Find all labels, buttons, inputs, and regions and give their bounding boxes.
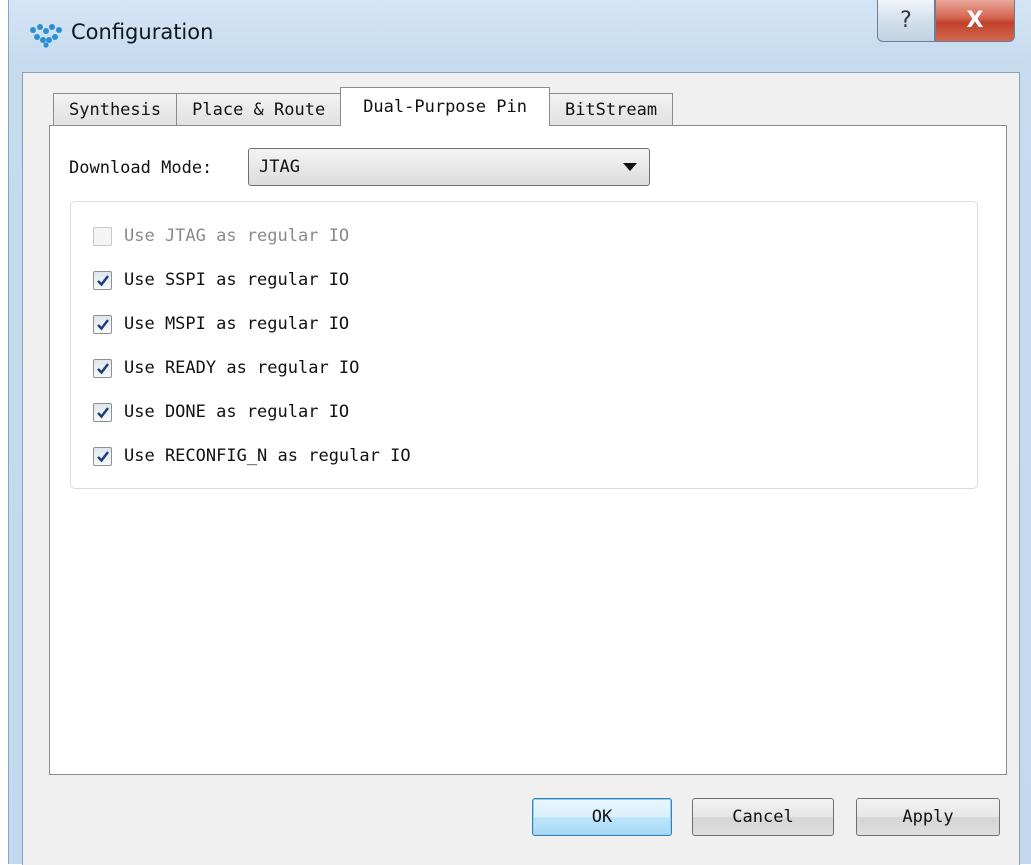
option-label: Use MSPI as regular IO [124, 314, 350, 334]
help-button[interactable]: ? [877, 0, 935, 42]
tab-synthesis[interactable]: Synthesis [53, 93, 178, 126]
checkmark-icon [96, 450, 109, 462]
option-label: Use DONE as regular IO [124, 402, 350, 422]
close-button[interactable]: X [935, 0, 1015, 42]
checkmark-icon [96, 362, 109, 374]
apply-button[interactable]: Apply [856, 798, 1000, 836]
options-group: Use JTAG as regular IO Use SSPI as regul… [70, 201, 978, 489]
option-label: Use JTAG as regular IO [124, 226, 350, 246]
option-use-mspi[interactable]: Use MSPI as regular IO [93, 312, 349, 336]
option-use-ready[interactable]: Use READY as regular IO [93, 356, 359, 380]
tab-dual-purpose-pin[interactable]: Dual-Purpose Pin [340, 87, 550, 126]
checkbox-use-reconfig-n[interactable] [93, 446, 112, 466]
close-icon: X [966, 8, 984, 33]
download-mode-select[interactable]: JTAG [248, 148, 650, 186]
chevron-down-icon [623, 163, 637, 171]
checkbox-use-ready[interactable] [93, 358, 112, 378]
option-label: Use RECONFIG_N as regular IO [124, 446, 411, 466]
configuration-window: Configuration ? X Synthesis Place & Rout… [8, 0, 1031, 865]
ok-button[interactable]: OK [532, 798, 672, 836]
checkmark-icon [96, 274, 109, 286]
tab-bitstream[interactable]: BitStream [548, 93, 674, 126]
option-use-jtag[interactable]: Use JTAG as regular IO [93, 224, 349, 248]
tab-bar: Synthesis Place & Route Dual-Purpose Pin… [53, 87, 674, 126]
option-use-sspi[interactable]: Use SSPI as regular IO [93, 268, 349, 292]
checkbox-use-done[interactable] [93, 402, 112, 422]
checkbox-use-mspi[interactable] [93, 314, 112, 334]
help-icon: ? [900, 8, 912, 33]
download-mode-label: Download Mode: [69, 158, 213, 178]
option-label: Use SSPI as regular IO [124, 270, 350, 290]
checkmark-icon [96, 318, 109, 330]
window-title: Configuration [71, 20, 214, 44]
title-bar[interactable]: Configuration ? X [9, 0, 1031, 72]
checkbox-use-jtag[interactable] [93, 226, 112, 246]
checkmark-icon [96, 406, 109, 418]
option-use-reconfig-n[interactable]: Use RECONFIG_N as regular IO [93, 444, 411, 468]
download-mode-value: JTAG [259, 157, 300, 177]
tab-panel-dual-purpose-pin: Download Mode: JTAG Use JTAG as regular … [49, 125, 1007, 775]
cancel-button[interactable]: Cancel [692, 798, 834, 836]
dialog-client-area: Synthesis Place & Route Dual-Purpose Pin… [22, 72, 1020, 865]
option-label: Use READY as regular IO [124, 358, 360, 378]
checkbox-use-sspi[interactable] [93, 270, 112, 290]
tab-place-route[interactable]: Place & Route [176, 93, 342, 126]
app-logo-icon [30, 24, 62, 48]
option-use-done[interactable]: Use DONE as regular IO [93, 400, 349, 424]
